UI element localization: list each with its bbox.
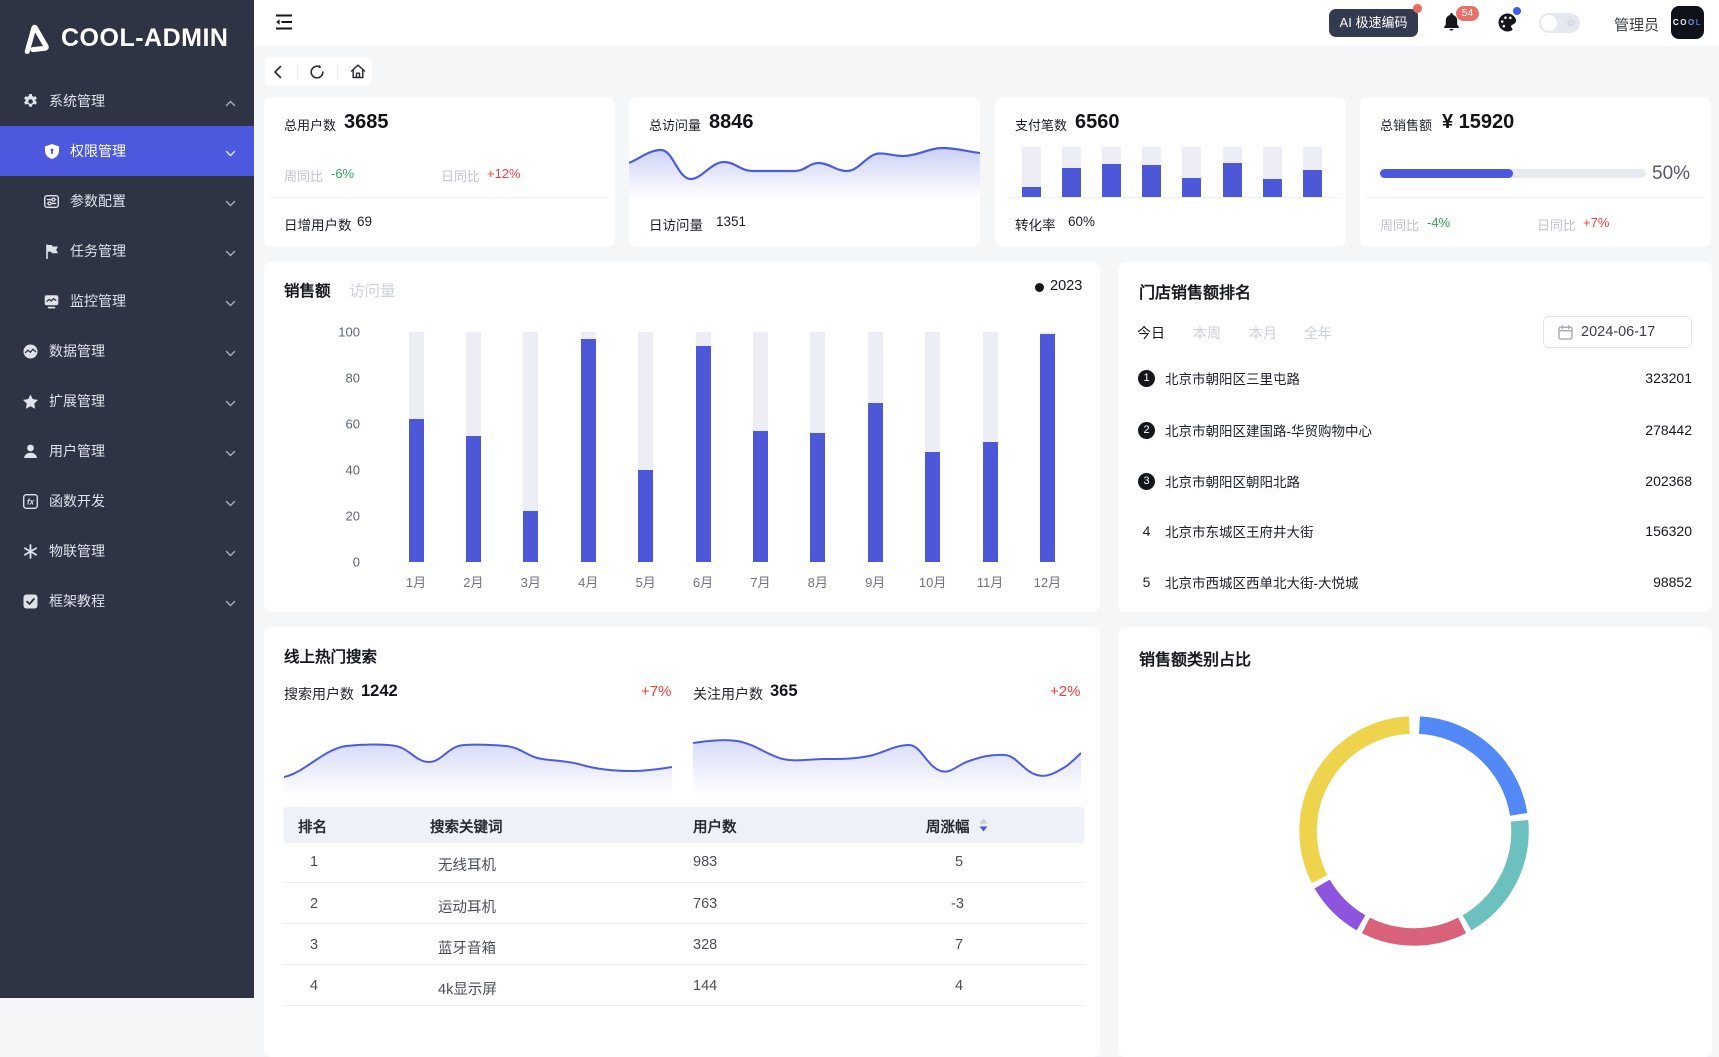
svg-text:fx: fx (27, 497, 35, 506)
